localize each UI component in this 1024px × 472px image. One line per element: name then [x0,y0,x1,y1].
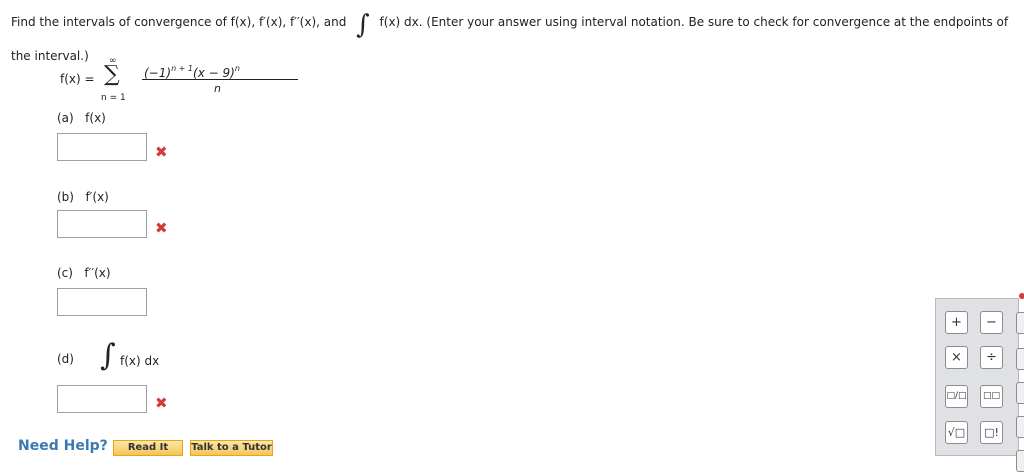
factorial-button[interactable]: □! [980,421,1003,444]
right-toolbar-edge [1016,290,1024,472]
part-b-label: (b) f′(x) [57,190,109,204]
times-button[interactable]: × [945,346,968,369]
part-a-label: (a) f(x) [57,111,106,125]
status-dot-icon [1019,293,1024,299]
numerator-base: (−1) [144,66,172,80]
part-c-label: (c) f′′(x) [57,266,111,280]
need-help-label: Need Help? [18,438,108,454]
part-a-incorrect-icon: ✖ [155,143,168,161]
series-lhs: f(x) = [60,72,95,86]
part-c-function: f′′(x) [84,266,111,280]
part-b-answer-input[interactable] [57,210,147,238]
fraction-button[interactable]: □/□ [945,385,968,408]
numerator-exponent: n + 1 [171,64,194,73]
part-b-letter: (b) [57,190,74,204]
series-numerator: (−1)n + 1(x − 9)n [144,64,240,80]
part-b-incorrect-icon: ✖ [155,219,168,237]
sqrt-button[interactable]: √□ [945,421,968,444]
series-denominator: n [214,82,221,95]
right-toolbar-item[interactable] [1016,348,1024,370]
part-a-answer-input[interactable] [57,133,147,161]
right-toolbar-item[interactable] [1016,450,1024,472]
part-d-function: f(x) dx [120,354,160,368]
right-toolbar-item[interactable] [1016,312,1024,334]
math-palette: + − × ÷ □/□ □□ √□ □! [935,298,1019,456]
series-lower-limit: n = 1 [101,93,126,103]
numerator-rest-exponent: n [234,64,240,73]
right-toolbar-item[interactable] [1016,416,1024,438]
part-d-integral-symbol: ∫ [100,338,116,373]
integral-symbol: ∫ [356,10,370,40]
right-toolbar-item[interactable] [1016,382,1024,404]
power-button[interactable]: □□ [980,385,1003,408]
fraction-bar [142,79,298,80]
part-d-letter-label: (d) [57,352,74,366]
part-a-function: f(x) [85,111,106,125]
part-a-letter: (a) [57,111,74,125]
numerator-rest: (x − 9) [193,66,235,80]
part-d-incorrect-icon: ✖ [155,394,168,412]
divide-button[interactable]: ÷ [980,346,1003,369]
read-it-button[interactable]: Read It [113,440,183,456]
sigma-symbol: ∑ [104,62,120,87]
part-c-letter: (c) [57,266,73,280]
minus-button[interactable]: − [980,311,1003,334]
part-c-answer-input[interactable] [57,288,147,316]
part-d-answer-input[interactable] [57,385,147,413]
plus-button[interactable]: + [945,311,968,334]
prompt-text-before: Find the intervals of convergence of f(x… [11,15,347,29]
part-b-function: f′(x) [85,190,109,204]
talk-to-tutor-button[interactable]: Talk to a Tutor [190,440,273,456]
series-definition: f(x) = ∞ ∑ n = 1 (−1)n + 1(x − 9)n n [60,56,320,110]
